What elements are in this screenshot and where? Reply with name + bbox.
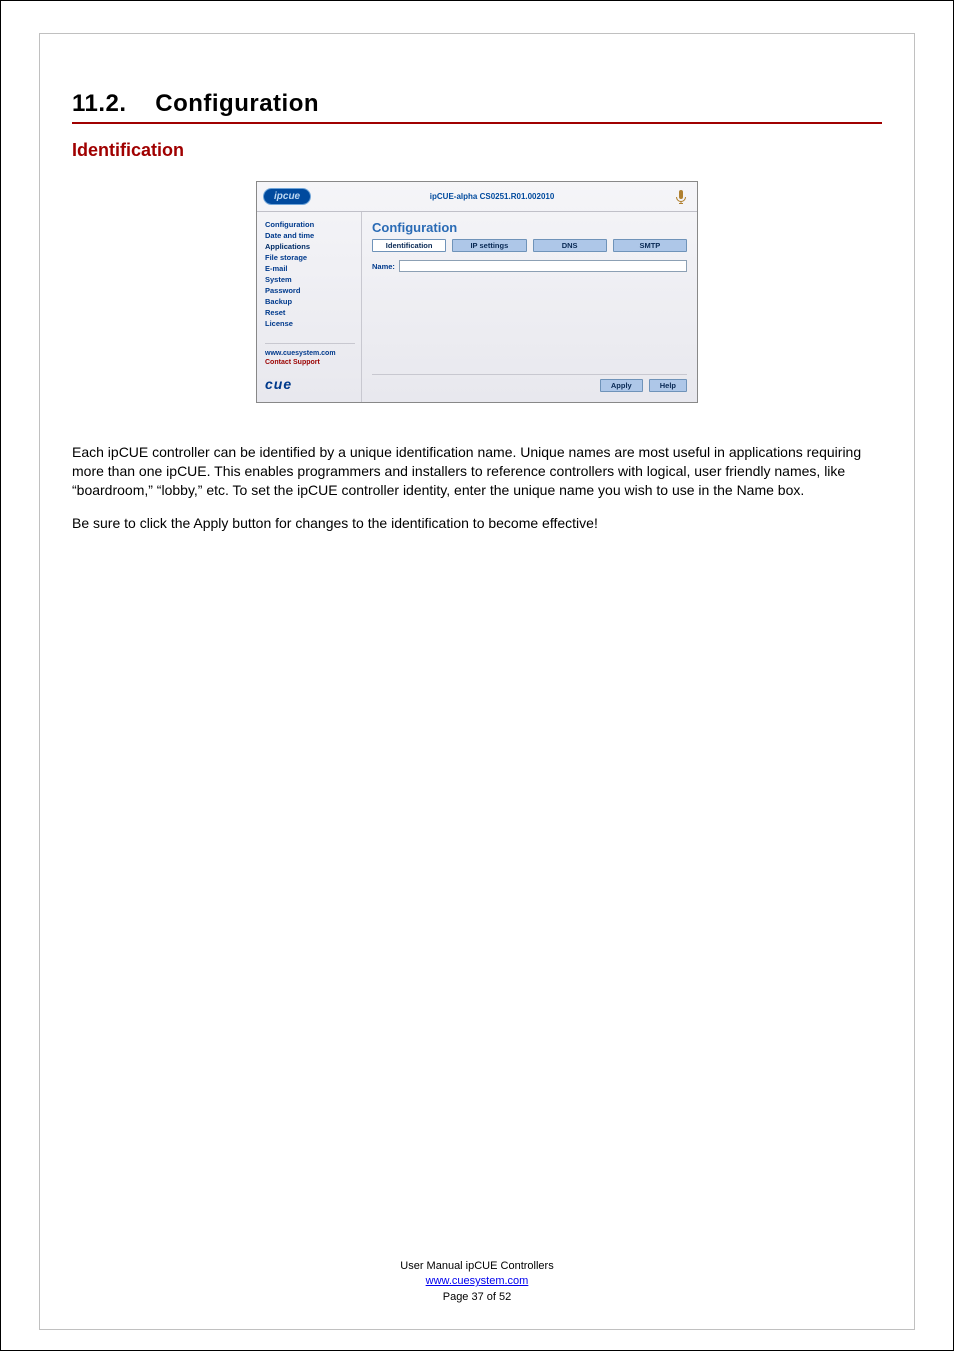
tab-identification[interactable]: Identification (372, 239, 446, 252)
app-window: ipcue ipCUE-alpha CS0251.R01.002010 Conf… (256, 181, 698, 403)
tab-smtp[interactable]: SMTP (613, 239, 687, 252)
sidebar-item-email[interactable]: E-mail (265, 264, 355, 273)
paragraph-1: Each ipCUE controller can be identified … (72, 443, 882, 500)
header-title: ipCUE-alpha CS0251.R01.002010 (311, 192, 673, 201)
sidebar-item-configuration[interactable]: Configuration (265, 220, 355, 229)
logo-badge: ipcue (263, 188, 311, 205)
section-title: Configuration (155, 90, 319, 117)
page-footer: User Manual ipCUE Controllers www.cuesys… (72, 1259, 882, 1309)
footer-link[interactable]: www.cuesystem.com (426, 1275, 529, 1287)
sidebar: Configuration Date and time Applications… (257, 212, 362, 402)
sidebar-item-reset[interactable]: Reset (265, 308, 355, 317)
section-heading: 11.2. Configuration (72, 90, 882, 118)
sidebar-item-backup[interactable]: Backup (265, 297, 355, 306)
sidebar-contact-support[interactable]: Contact Support (265, 359, 355, 366)
name-label: Name: (372, 262, 395, 271)
name-row: Name: (372, 260, 687, 272)
sidebar-footer: www.cuesystem.com Contact Support cue (265, 343, 355, 394)
button-row: Apply Help (372, 374, 687, 392)
apply-button[interactable]: Apply (600, 379, 643, 392)
tab-dns[interactable]: DNS (533, 239, 607, 252)
sidebar-item-system[interactable]: System (265, 275, 355, 284)
main-panel: Configuration Identification IP settings… (362, 212, 697, 402)
page-outer: 11.2. Configuration Identification ipcue… (0, 0, 954, 1351)
section-number: 11.2. (72, 90, 127, 117)
screenshot-container: ipcue ipCUE-alpha CS0251.R01.002010 Conf… (72, 181, 882, 403)
paragraph-2: Be sure to click the Apply button for ch… (72, 514, 882, 533)
subsection-heading: Identification (72, 140, 882, 161)
main-title: Configuration (372, 220, 687, 235)
sidebar-item-applications[interactable]: Applications (265, 242, 355, 251)
sidebar-brand: cue (265, 376, 355, 392)
footer-title: User Manual ipCUE Controllers (72, 1259, 882, 1274)
help-button[interactable]: Help (649, 379, 687, 392)
sidebar-nav: Configuration Date and time Applications… (265, 220, 355, 330)
app-body: Configuration Date and time Applications… (257, 212, 697, 402)
sidebar-item-date-time[interactable]: Date and time (265, 231, 355, 240)
page-inner: 11.2. Configuration Identification ipcue… (39, 33, 915, 1330)
footer-page: Page 37 of 52 (72, 1290, 882, 1305)
sidebar-item-license[interactable]: License (265, 319, 355, 328)
name-input[interactable] (399, 260, 687, 272)
sidebar-item-password[interactable]: Password (265, 286, 355, 295)
heading-rule (72, 122, 882, 124)
tab-ip-settings[interactable]: IP settings (452, 239, 526, 252)
tab-bar: Identification IP settings DNS SMTP (372, 239, 687, 252)
microphone-icon (673, 189, 689, 205)
app-header: ipcue ipCUE-alpha CS0251.R01.002010 (257, 182, 697, 212)
sidebar-item-file-storage[interactable]: File storage (265, 253, 355, 262)
sidebar-link-cuesystem[interactable]: www.cuesystem.com (265, 350, 355, 357)
